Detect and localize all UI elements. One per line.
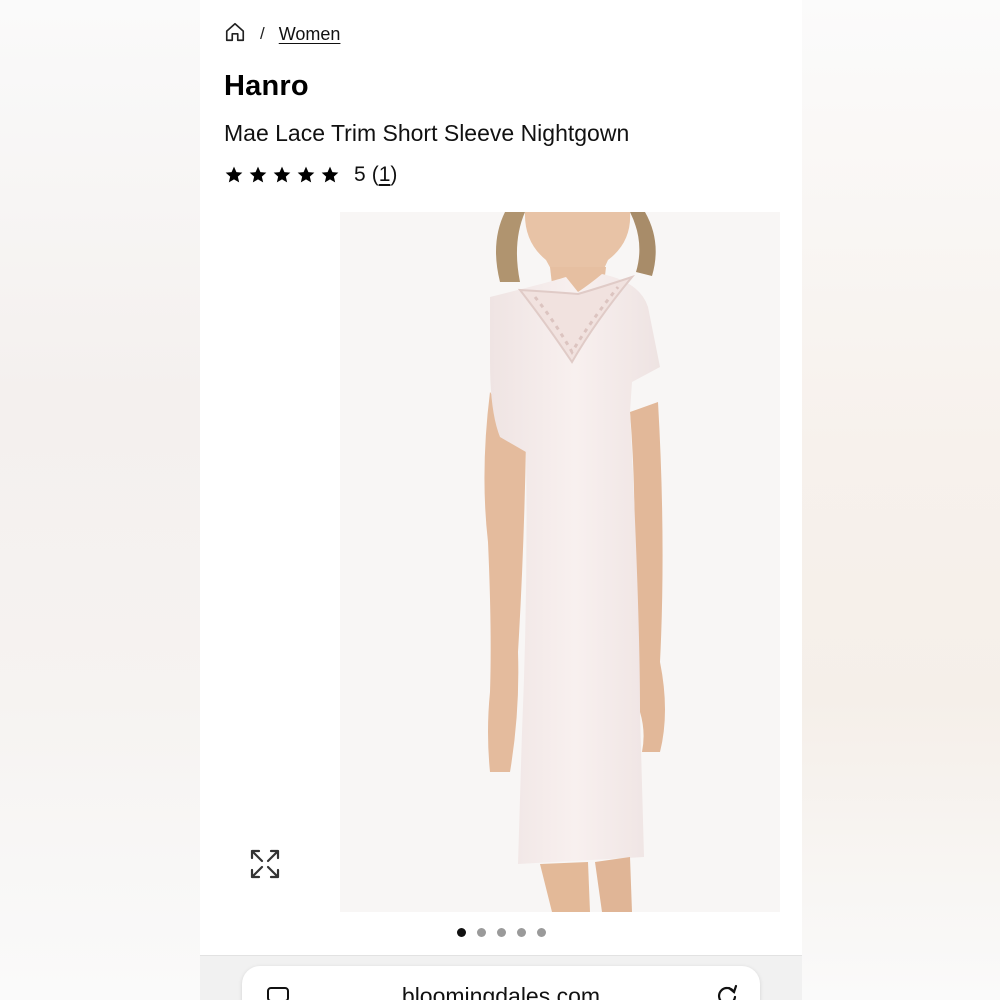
gallery-dot[interactable] — [516, 928, 526, 937]
review-count-close: ) — [390, 163, 398, 186]
review-count-open: ( — [371, 163, 379, 186]
product-title: Mae Lace Trim Short Sleeve Nightgown — [224, 120, 630, 146]
expand-icon[interactable] — [244, 843, 286, 885]
home-icon[interactable] — [224, 21, 246, 48]
star-icon — [225, 166, 243, 183]
review-count-number: 1 — [378, 163, 391, 186]
gallery-dot[interactable] — [476, 928, 486, 937]
phone-screen: / Women Hanro Mae Lace Trim Short Sleeve… — [200, 0, 802, 1000]
rating-value: 5 — [354, 163, 366, 186]
url-text: bloomingdales.com — [401, 983, 601, 1000]
background-right — [800, 0, 1000, 1000]
star-icon — [321, 166, 339, 183]
nightgown-photo — [340, 212, 780, 912]
gallery-dot[interactable] — [536, 928, 546, 937]
breadcrumb: / Women — [224, 20, 340, 48]
browser-bottom-bar: bloomingdales.com — [200, 955, 802, 1000]
breadcrumb-link-women[interactable]: Women — [279, 24, 341, 45]
background-left — [0, 0, 200, 1000]
star-icon — [249, 166, 267, 183]
star-icon — [273, 166, 291, 183]
address-bar[interactable]: bloomingdales.com — [242, 966, 760, 1000]
brand-name[interactable]: Hanro — [224, 70, 309, 103]
product-image[interactable] — [340, 212, 780, 912]
star-icon — [297, 166, 315, 183]
gallery-dot[interactable] — [456, 928, 466, 937]
gallery-dot[interactable] — [496, 928, 506, 937]
star-rating — [224, 165, 340, 185]
product-rating[interactable]: 5 (1) — [224, 160, 397, 190]
review-count[interactable]: (1) — [372, 163, 398, 187]
gallery-pagination — [200, 928, 802, 937]
breadcrumb-separator: / — [260, 24, 265, 43]
reload-icon[interactable] — [714, 982, 740, 1000]
